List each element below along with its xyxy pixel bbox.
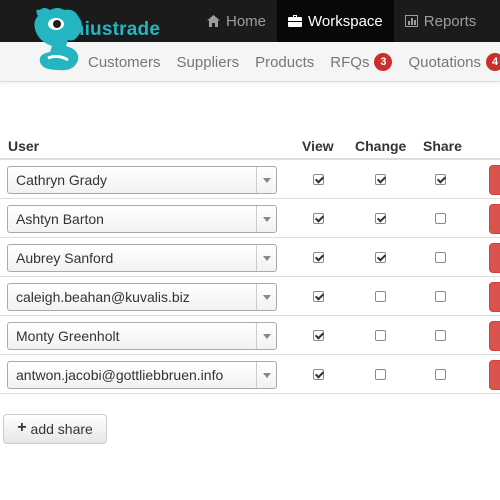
column-header-user: User [8,138,40,154]
select-arrow[interactable] [256,206,276,232]
plus-icon: + [17,419,27,436]
share-checkbox[interactable] [435,174,446,185]
nav-reports[interactable]: Reports [394,0,488,42]
view-checkbox[interactable] [313,291,324,302]
change-checkbox[interactable] [375,174,386,185]
subnav-products-label: Products [255,53,315,71]
remove-share-button[interactable] [489,282,500,312]
table-header: User View Change Share [0,132,500,160]
rfqs-count-badge: 3 [374,53,393,71]
quotations-count-badge: 4 [486,53,500,71]
add-share-button[interactable]: + add share [3,414,107,444]
change-checkbox[interactable] [375,369,386,380]
remove-share-button[interactable] [489,321,500,351]
change-checkbox[interactable] [375,291,386,302]
user-select[interactable]: antwon.jacobi@gottliebbruen.info [7,361,277,389]
column-header-share: Share [423,138,462,154]
user-select-value: Cathryn Grady [16,172,108,188]
table-row: Aubrey Sanford [0,238,500,277]
user-select[interactable]: Ashtyn Barton [7,205,277,233]
change-checkbox[interactable] [375,252,386,263]
select-arrow[interactable] [256,245,276,271]
change-checkbox[interactable] [375,330,386,341]
share-checkbox[interactable] [435,252,446,263]
subnav-quotations[interactable]: Quotations 4 [400,42,500,82]
chevron-down-icon [262,177,271,183]
subnav-products[interactable]: Products [247,42,322,82]
subnav-quotations-label: Quotations [408,53,481,71]
user-select[interactable]: caleigh.beahan@kuvalis.biz [7,283,277,311]
table-row: Monty Greenholt [0,316,500,355]
top-nav: Home Workspace Reports [196,0,487,42]
remove-share-button[interactable] [489,204,500,234]
briefcase-icon [288,15,303,27]
chevron-down-icon [262,333,271,339]
user-select[interactable]: Monty Greenholt [7,322,277,350]
nav-home[interactable]: Home [196,0,277,42]
share-checkbox[interactable] [435,330,446,341]
add-share-label: add share [30,421,93,437]
subnav-rfqs-label: RFQs [330,53,370,71]
change-checkbox[interactable] [375,213,386,224]
select-arrow[interactable] [256,284,276,310]
table-body: Cathryn Grady Ashtyn Barton Aubrey Sanford… [0,160,500,394]
user-select-value: antwon.jacobi@gottliebbruen.info [16,367,224,383]
table-row: caleigh.beahan@kuvalis.biz [0,277,500,316]
select-arrow[interactable] [256,323,276,349]
table-row: antwon.jacobi@gottliebbruen.info [0,355,500,394]
chevron-down-icon [262,372,271,378]
select-arrow[interactable] [256,167,276,193]
column-header-view: View [302,138,334,154]
remove-share-button[interactable] [489,360,500,390]
table-row: Cathryn Grady [0,160,500,199]
view-checkbox[interactable] [313,252,324,263]
view-checkbox[interactable] [313,174,324,185]
nav-reports-label: Reports [423,12,477,30]
nav-workspace-label: Workspace [308,12,383,30]
chevron-down-icon [262,255,271,261]
remove-share-button[interactable] [489,243,500,273]
chevron-down-icon [262,294,271,300]
share-checkbox[interactable] [435,369,446,380]
share-checkbox[interactable] [435,291,446,302]
view-checkbox[interactable] [313,369,324,380]
view-checkbox[interactable] [313,330,324,341]
user-select-value: caleigh.beahan@kuvalis.biz [16,289,190,305]
column-header-change: Change [355,138,407,154]
view-checkbox[interactable] [313,213,324,224]
share-table: User View Change Share Cathryn Grady Asht… [0,132,500,394]
nav-home-label: Home [226,12,267,30]
user-select[interactable]: Aubrey Sanford [7,244,277,272]
remove-share-button[interactable] [489,165,500,195]
share-checkbox[interactable] [435,213,446,224]
user-select-value: Ashtyn Barton [16,211,104,227]
user-select[interactable]: Cathryn Grady [7,166,277,194]
user-select-value: Aubrey Sanford [16,250,114,266]
table-row: Ashtyn Barton [0,199,500,238]
select-arrow[interactable] [256,362,276,388]
brand-name: eniustrade [62,19,161,40]
bar-chart-icon [404,15,418,27]
chevron-down-icon [262,216,271,222]
user-select-value: Monty Greenholt [16,328,120,344]
nav-workspace[interactable]: Workspace [277,0,394,42]
home-icon [207,15,220,27]
subnav-rfqs[interactable]: RFQs 3 [322,42,400,82]
